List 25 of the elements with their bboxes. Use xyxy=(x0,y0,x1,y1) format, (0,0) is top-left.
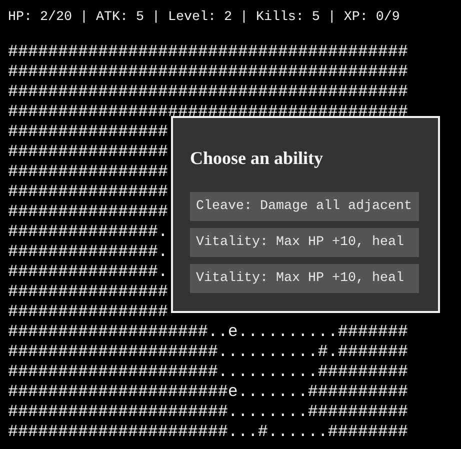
map-row: ################ xyxy=(8,143,168,163)
map-row: ################ xyxy=(8,203,168,223)
map-row: ######################e.......########## xyxy=(8,383,408,403)
map-row: ################ xyxy=(8,283,168,303)
status-line: HP: 2/20 | ATK: 5 | Level: 2 | Kills: 5 | XP: 0/9 xyxy=(8,9,401,27)
dialog-title: Choose an ability xyxy=(190,147,324,170)
map-row: ################ xyxy=(8,163,168,183)
ability-option[interactable]: Cleave: Damage all adjacent xyxy=(190,192,419,221)
map-row: ###############. xyxy=(8,223,168,243)
map-row: ###############. xyxy=(8,243,168,263)
map-row: ################ xyxy=(8,183,168,203)
map-row: ###############. xyxy=(8,263,168,283)
map-row: ################ xyxy=(8,303,168,323)
ability-option[interactable]: Vitality: Max HP +10, heal xyxy=(190,264,419,293)
map-row: ######################################## xyxy=(8,103,408,123)
map-row: ####################..e..........####### xyxy=(8,323,408,343)
map-row: ######################........########## xyxy=(8,403,408,423)
map-row: #####################..........#.####### xyxy=(8,343,408,363)
ability-option[interactable]: Vitality: Max HP +10, heal xyxy=(190,228,419,257)
map-row: ######################################## xyxy=(8,63,408,83)
map-row: ######################################## xyxy=(8,43,408,63)
map-row: ######################################## xyxy=(8,83,408,103)
map-row: ######################...#......######## xyxy=(8,423,408,443)
map-row: ################ xyxy=(8,123,168,143)
map-row: #####################..........######### xyxy=(8,363,408,383)
